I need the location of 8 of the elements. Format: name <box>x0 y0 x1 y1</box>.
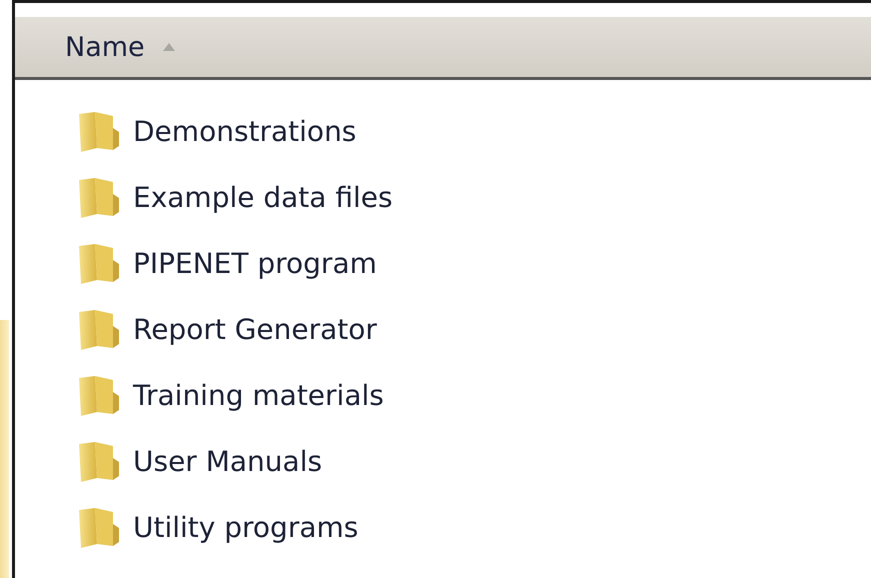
column-header[interactable]: Name <box>15 17 871 80</box>
folder-name[interactable]: Utility programs <box>133 510 358 544</box>
folder-name[interactable]: Training materials <box>133 378 384 412</box>
folder-name[interactable]: Example data files <box>133 180 393 214</box>
folder-name[interactable]: Report Generator <box>133 312 377 346</box>
folder-name[interactable]: Demonstrations <box>133 114 356 148</box>
folder-name[interactable]: PIPENET program <box>133 246 377 280</box>
folder-name[interactable]: User Manuals <box>133 444 322 478</box>
